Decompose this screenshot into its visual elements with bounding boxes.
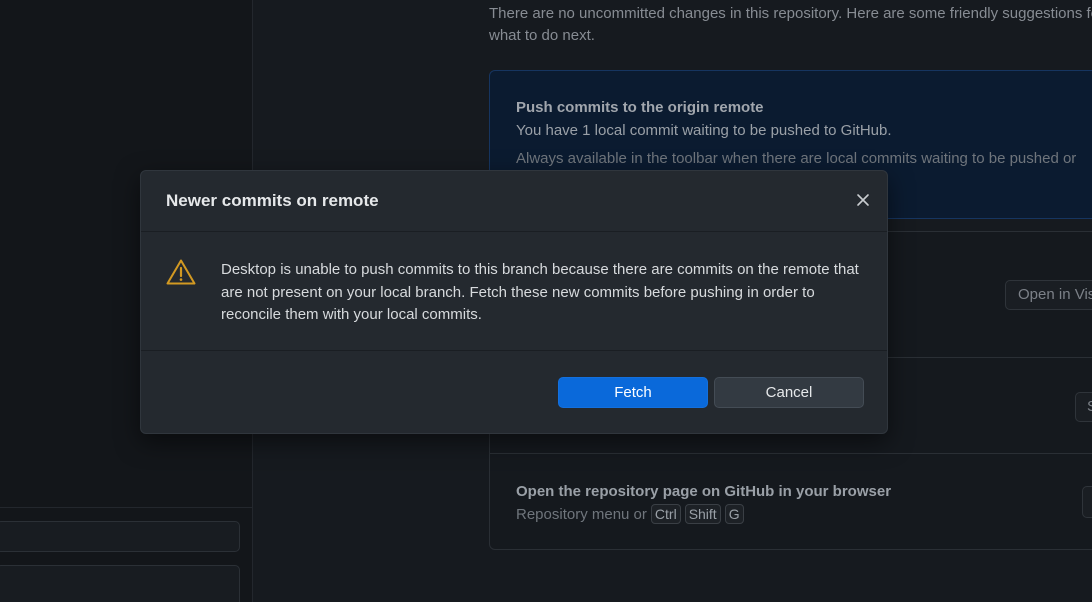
newer-commits-dialog: Newer commits on remote Desktop is unabl… — [140, 170, 888, 434]
github-card-shortcut: Repository menu or Ctrl Shift G — [516, 504, 744, 524]
no-changes-intro: There are no uncommitted changes in this… — [489, 5, 1092, 44]
github-card-title: Open the repository page on GitHub in yo… — [516, 483, 892, 500]
close-icon — [857, 194, 869, 206]
dialog-title: Newer commits on remote — [166, 191, 379, 210]
dialog-body: Desktop is unable to push commits to thi… — [141, 233, 887, 351]
dialog-footer: Fetch Cancel — [141, 352, 887, 435]
kbd-shift: Shift — [684, 504, 721, 524]
push-card-hint: Always available in the toolbar when the… — [516, 150, 1077, 167]
kbd-ctrl: Ctrl — [650, 504, 681, 524]
cancel-button[interactable]: Cancel — [714, 377, 864, 408]
dialog-message: Desktop is unable to push commits to thi… — [221, 261, 859, 323]
fetch-button[interactable]: Fetch — [558, 377, 708, 408]
open-in-editor-button[interactable]: Open in Vis — [1005, 280, 1092, 310]
push-card-description: You have 1 local commit waiting to be pu… — [516, 122, 892, 139]
view-on-github-button[interactable] — [1082, 486, 1092, 518]
commit-summary-input[interactable] — [0, 521, 240, 552]
open-on-github-card: Open the repository page on GitHub in yo… — [489, 453, 1092, 550]
push-card-title: Push commits to the origin remote — [516, 99, 764, 116]
dialog-header: Newer commits on remote — [141, 171, 887, 232]
show-in-explorer-button[interactable]: S — [1075, 392, 1092, 422]
close-button[interactable] — [853, 190, 873, 210]
warning-icon — [166, 259, 196, 285]
commit-description-input[interactable] — [0, 565, 240, 602]
kbd-g: G — [724, 504, 744, 524]
shortcut-prefix: Repository menu or — [516, 505, 647, 523]
